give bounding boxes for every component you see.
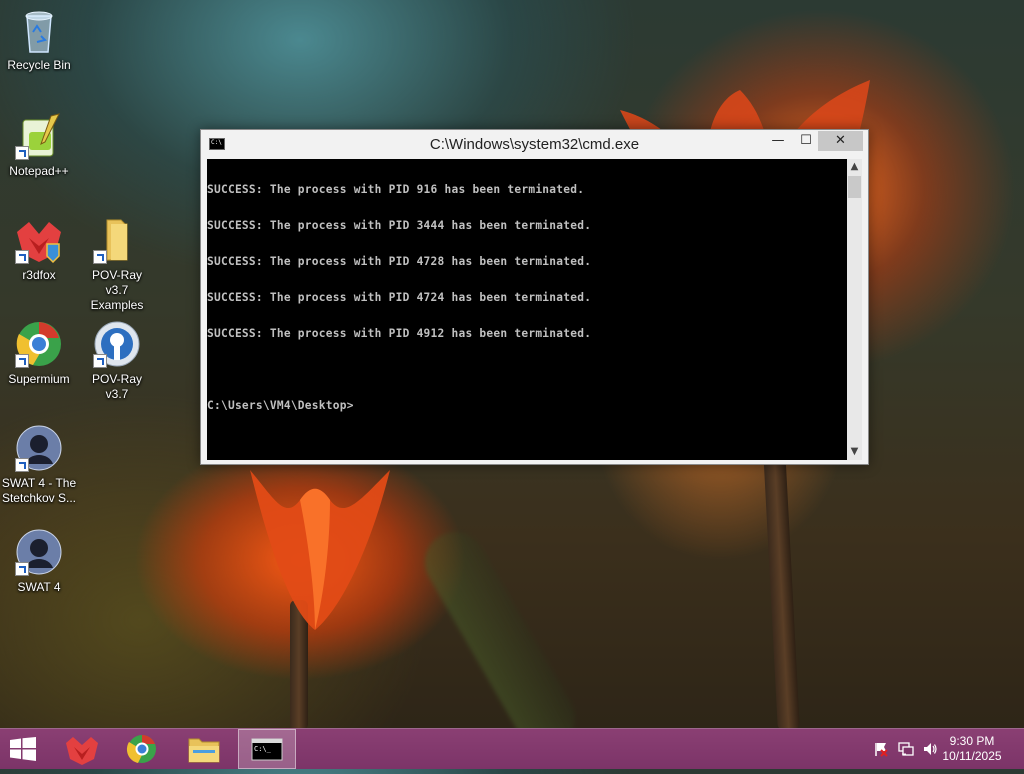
- wallpaper-leaf: [414, 521, 586, 759]
- swat4-icon: [15, 424, 63, 472]
- desktop-icon-label: SWAT 4 - The Stetchkov S...: [1, 476, 77, 505]
- desktop-icon-pov-ray-examples[interactable]: POV-Ray v3.7 Examples: [79, 216, 155, 313]
- taskbar-cmd-button[interactable]: C:\_: [238, 729, 296, 769]
- supermium-icon: [126, 735, 156, 763]
- desktop-icon-swat4-stetchkov[interactable]: SWAT 4 - The Stetchkov S...: [1, 424, 77, 506]
- recycle-bin-icon: [15, 6, 63, 54]
- cmd-icon: C:\_: [251, 738, 283, 761]
- taskbar-file-explorer-button[interactable]: [175, 729, 233, 769]
- vertical-scrollbar[interactable]: ▲ ▼: [847, 159, 862, 460]
- cmd-window[interactable]: C:\Windows\system32\cmd.exe — ☐ ✕ SUCCES…: [200, 129, 869, 465]
- console-output[interactable]: SUCCESS: The process with PID 916 has be…: [207, 159, 847, 460]
- network-icon[interactable]: [898, 741, 914, 757]
- pov-ray-icon: [93, 320, 141, 368]
- notepad-plus-plus-icon: [15, 112, 63, 160]
- desktop-icon-label: POV-Ray v3.7 Examples: [90, 268, 144, 312]
- clock-date: 10/11/2025: [942, 749, 1002, 763]
- maximize-button[interactable]: ☐: [792, 131, 820, 151]
- swat4-icon: [15, 528, 63, 576]
- scroll-thumb[interactable]: [848, 176, 861, 198]
- desktop-icon-label: SWAT 4: [17, 580, 61, 594]
- desktop-icon-swat4[interactable]: SWAT 4: [1, 528, 77, 595]
- shortcut-arrow-icon: [15, 354, 29, 368]
- console-line: SUCCESS: The process with PID 4912 has b…: [207, 327, 592, 340]
- desktop-icon-label: Supermium: [8, 372, 70, 386]
- action-center-flag-icon[interactable]: [873, 741, 889, 757]
- desktop-icon-notepad-plus-plus[interactable]: Notepad++: [1, 112, 77, 179]
- minimize-button[interactable]: —: [764, 131, 792, 151]
- desktop-icon-r3dfox[interactable]: r3dfox: [1, 216, 77, 283]
- svg-text:C:\_: C:\_: [254, 745, 272, 753]
- console-line: SUCCESS: The process with PID 4724 has b…: [207, 291, 592, 304]
- taskbar: C:\_ 9:30 PM 10/11/2025: [0, 728, 1024, 769]
- desktop-icon-supermium[interactable]: Supermium: [1, 320, 77, 387]
- desktop-icon-label: Recycle Bin: [7, 58, 71, 72]
- scroll-down-arrow-icon[interactable]: ▼: [847, 444, 862, 460]
- shortcut-arrow-icon: [15, 146, 29, 160]
- close-button[interactable]: ✕: [818, 131, 863, 151]
- r3dfox-icon: [15, 216, 63, 264]
- console-line: SUCCESS: The process with PID 916 has be…: [207, 183, 585, 196]
- shortcut-arrow-icon: [15, 458, 29, 472]
- wallpaper-stem-right: [762, 429, 800, 731]
- desktop-icon-recycle-bin[interactable]: Recycle Bin: [1, 6, 77, 73]
- shortcut-arrow-icon: [93, 250, 107, 264]
- supermium-icon: [15, 320, 63, 368]
- desktop-icon-label: r3dfox: [22, 268, 56, 282]
- console-line: SUCCESS: The process with PID 4728 has b…: [207, 255, 592, 268]
- r3dfox-icon: [66, 737, 98, 765]
- console-prompt: C:\Users\VM4\Desktop>: [207, 399, 354, 412]
- shortcut-arrow-icon: [15, 250, 29, 264]
- folder-icon: [93, 216, 141, 264]
- window-titlebar[interactable]: C:\Windows\system32\cmd.exe — ☐ ✕: [201, 130, 868, 159]
- console-line: SUCCESS: The process with PID 3444 has b…: [207, 219, 592, 232]
- clock-time: 9:30 PM: [949, 734, 995, 748]
- windows-logo-icon: [10, 737, 36, 761]
- taskbar-supermium-button[interactable]: [113, 729, 171, 769]
- desktop-icon-label: Notepad++: [9, 164, 69, 178]
- desktop-icon-label: POV-Ray v3.7: [91, 372, 142, 401]
- shortcut-arrow-icon: [93, 354, 107, 368]
- scroll-up-arrow-icon[interactable]: ▲: [847, 159, 862, 175]
- start-button[interactable]: [10, 737, 36, 761]
- shortcut-arrow-icon: [15, 562, 29, 576]
- file-explorer-icon: [188, 738, 220, 763]
- taskbar-r3dfox-button[interactable]: [53, 729, 111, 769]
- system-clock[interactable]: 9:30 PM 10/11/2025: [932, 734, 1012, 764]
- wallpaper-tulip-left: [250, 470, 390, 630]
- desktop-icon-pov-ray[interactable]: POV-Ray v3.7: [79, 320, 155, 402]
